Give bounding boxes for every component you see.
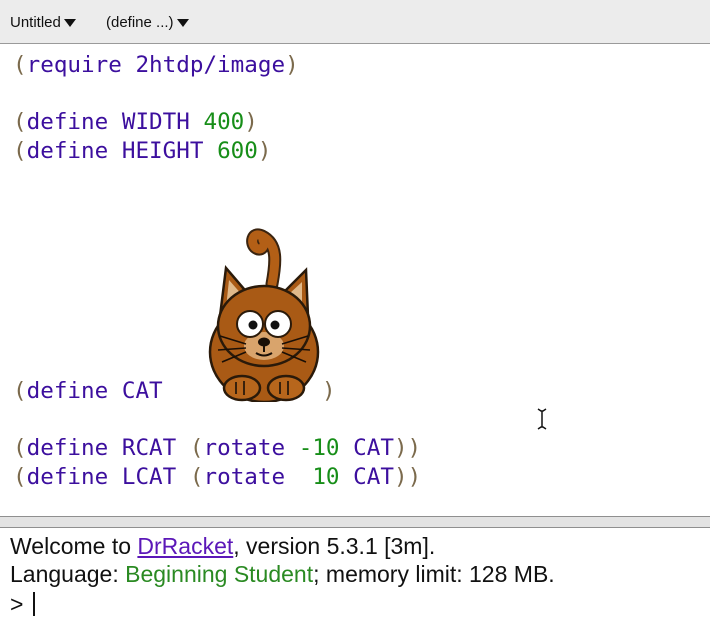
paren: ): [285, 52, 299, 78]
paren: (: [13, 378, 27, 404]
chevron-down-icon: [63, 18, 76, 27]
code-line-rcat: (define RCAT (rotate -10 CAT)): [13, 435, 421, 461]
paren: ): [322, 378, 336, 404]
code-line-lcat: (define LCAT (rotate 10 CAT)): [13, 464, 421, 490]
define-menu[interactable]: (define ...): [106, 14, 189, 31]
paren: )): [393, 435, 422, 461]
number: 600: [217, 138, 258, 164]
file-menu[interactable]: Untitled: [10, 14, 76, 31]
identifier: WIDTH: [121, 109, 190, 135]
identifier: CAT: [121, 378, 163, 404]
keyword: define: [26, 464, 109, 490]
function-name: rotate: [203, 435, 286, 461]
cat-icon[interactable]: [206, 222, 324, 402]
version-text: , version 5.3.1 [3m].: [233, 533, 436, 559]
code-line-width: (define WIDTH 400): [13, 109, 258, 135]
prompt-line[interactable]: >: [10, 590, 36, 618]
identifier: CAT: [353, 435, 394, 461]
define-menu-label: (define ...): [106, 14, 174, 31]
keyword: define: [26, 435, 109, 461]
number: 10: [312, 464, 340, 490]
identifier: RCAT: [121, 435, 177, 461]
number: -10: [298, 435, 340, 461]
code-line-cat: (define CAT: [13, 378, 163, 404]
identifier: LCAT: [121, 464, 177, 490]
welcome-prefix: Welcome to: [10, 533, 138, 559]
number: 400: [203, 109, 245, 135]
paren: ): [257, 138, 272, 164]
keyword: define: [26, 378, 109, 404]
code-line-cat-close: ): [322, 378, 336, 404]
welcome-line: Welcome to DrRacket, version 5.3.1 [3m].: [10, 532, 435, 560]
keyword: define: [26, 109, 109, 135]
language-label: Language:: [10, 561, 126, 587]
toolbar: Untitled (define ...): [0, 0, 710, 44]
repl-prompt: >: [10, 591, 24, 617]
pane-splitter[interactable]: [0, 516, 710, 528]
language-line: Language: Beginning Student; memory limi…: [10, 560, 555, 588]
interactions-pane[interactable]: Welcome to DrRacket, version 5.3.1 [3m].…: [0, 528, 710, 632]
paren: (: [13, 464, 27, 490]
paren: (: [189, 464, 204, 490]
paren: (: [13, 138, 27, 164]
paren: (: [13, 109, 27, 135]
definitions-editor[interactable]: (require 2htdp/image) (define WIDTH 400)…: [0, 44, 710, 516]
identifier: HEIGHT: [121, 138, 204, 164]
paren: )): [393, 464, 422, 490]
keyword: require: [26, 52, 122, 78]
code-line-height: (define HEIGHT 600): [13, 138, 272, 164]
paren: ): [244, 109, 258, 135]
file-menu-label: Untitled: [10, 14, 61, 31]
identifier: CAT: [353, 464, 394, 490]
paren: (: [189, 435, 204, 461]
code-line-require: (require 2htdp/image): [13, 52, 299, 78]
paren: (: [13, 435, 27, 461]
language-name: Beginning Student: [125, 561, 314, 587]
keyword: define: [26, 138, 109, 164]
input-caret: [33, 592, 36, 616]
memory-limit-text: ; memory limit: 128 MB.: [313, 561, 555, 587]
text-cursor-icon: [537, 408, 547, 430]
paren: (: [13, 52, 27, 78]
drracket-link[interactable]: DrRacket: [137, 533, 233, 559]
chevron-down-icon: [176, 18, 189, 27]
function-name: rotate: [203, 464, 286, 490]
module-name: 2htdp/image: [135, 52, 286, 78]
